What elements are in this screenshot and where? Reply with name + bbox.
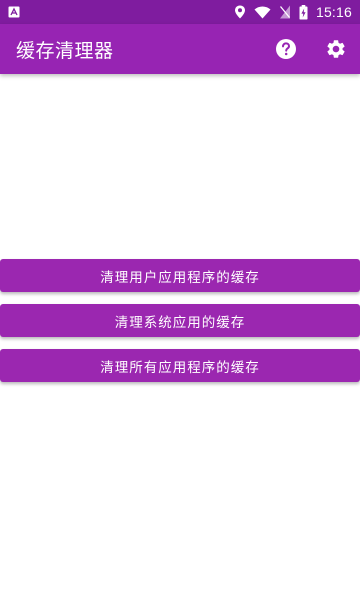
- status-bar: 15:16: [0, 0, 360, 24]
- no-sim-icon: [279, 5, 291, 19]
- help-icon[interactable]: [274, 37, 298, 61]
- page-title: 缓存清理器: [16, 39, 114, 62]
- settings-icon[interactable]: [324, 37, 348, 61]
- clean-system-apps-cache-button[interactable]: 清理系统应用的缓存: [0, 304, 360, 337]
- clean-user-apps-cache-button[interactable]: 清理用户应用程序的缓存: [0, 259, 360, 292]
- app-bar: 缓存清理器: [0, 24, 360, 74]
- status-time: 15:16: [315, 4, 352, 20]
- wifi-icon: [254, 6, 271, 19]
- battery-charging-icon: [299, 4, 308, 20]
- clean-all-apps-cache-button[interactable]: 清理所有应用程序的缓存: [0, 349, 360, 382]
- app-notification-icon: [8, 6, 20, 18]
- location-icon: [234, 5, 246, 19]
- app-bar-actions: [274, 37, 348, 61]
- main-content: 清理用户应用程序的缓存 清理系统应用的缓存 清理所有应用程序的缓存: [0, 74, 360, 600]
